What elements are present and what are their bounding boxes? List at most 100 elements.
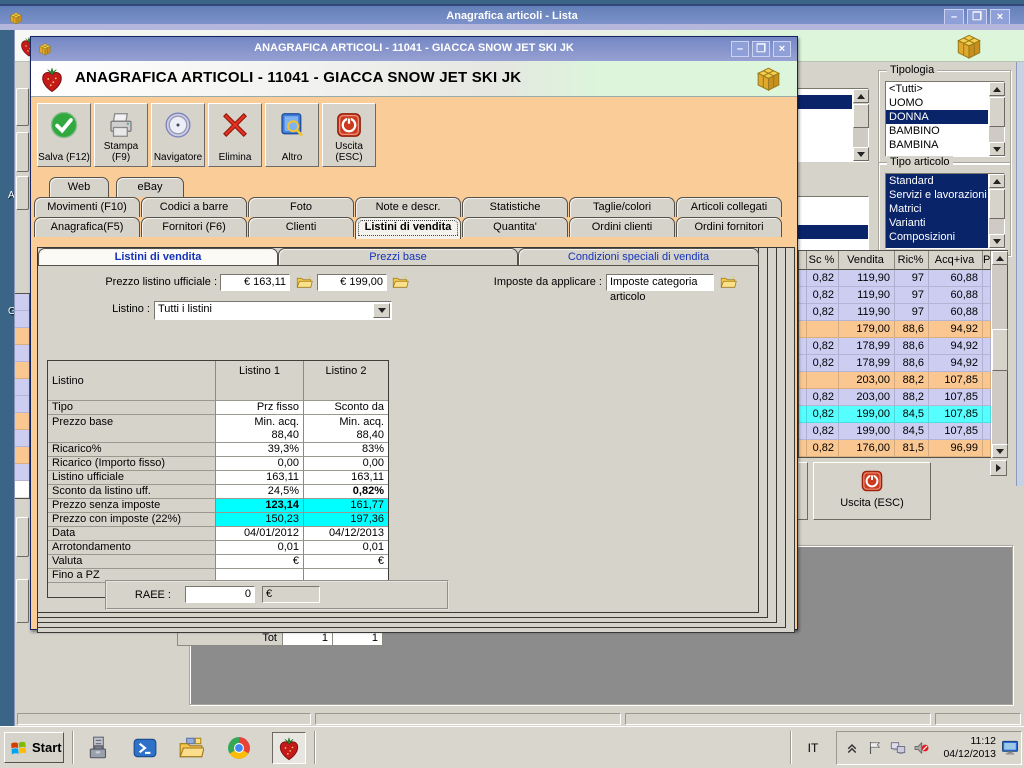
tab-statistiche[interactable]: Statistiche: [462, 197, 568, 217]
chevron-up-icon[interactable]: [843, 739, 861, 757]
prezzo-listino-input-2[interactable]: € 199,00: [317, 274, 387, 291]
price-table-row[interactable]: Arrotondamento 0,01 0,01: [48, 541, 388, 555]
scroll-thumb[interactable]: [992, 329, 1008, 371]
quicklaunch-powershell[interactable]: [132, 735, 158, 761]
partial-button[interactable]: [16, 517, 29, 557]
flag-icon[interactable]: [866, 739, 884, 757]
grid-row[interactable]: 0,82 176,00 81,5 96,99: [799, 440, 1007, 457]
grid-row[interactable]: 0,82 178,99 88,6 94,92: [799, 355, 1007, 372]
main-window-titlebar[interactable]: Anagrafica articoli - Lista – ❐ ×: [0, 4, 1024, 30]
tab-quantita-[interactable]: Quantita': [462, 217, 568, 237]
price-table-row[interactable]: Prezzo senza imposte 123,14 161,77: [48, 499, 388, 513]
speaker-mute-icon[interactable]: [912, 739, 930, 757]
toolbar-button-save-check[interactable]: Salva (F12): [37, 103, 91, 167]
scroll-down-button[interactable]: [992, 444, 1008, 458]
price-table-row[interactable]: Data 04/01/2012 04/12/2013: [48, 527, 388, 541]
tab-articoli-collegati[interactable]: Articoli collegati: [676, 197, 782, 217]
tab-ordini-fornitori[interactable]: Ordini fornitori: [676, 217, 782, 237]
grid-row[interactable]: 0,82 178,99 88,6 94,92: [799, 338, 1007, 355]
partial-listbox[interactable]: [791, 88, 869, 162]
partial-button[interactable]: [16, 132, 29, 172]
partial-listbox[interactable]: [791, 196, 869, 258]
tab-fornitori-f6-[interactable]: Fornitori (F6): [141, 217, 247, 237]
tab-anagrafica-f5-[interactable]: Anagrafica(F5): [34, 217, 140, 237]
price-table-row[interactable]: Ricarico% 39,3% 83%: [48, 443, 388, 457]
scroll-down-button[interactable]: [853, 147, 869, 161]
subtab-condizioni-speciali-di-vendita[interactable]: Condizioni speciali di vendita: [518, 248, 759, 266]
prezzo-listino-input-1[interactable]: € 163,11: [220, 274, 290, 291]
grid-row[interactable]: 0,82 199,00 84,5 107,85: [799, 423, 1007, 440]
imposte-input[interactable]: Imposte categoria articolo: [606, 274, 714, 303]
price-table-row[interactable]: Ricarico (Importo fisso) 0,00 0,00: [48, 457, 388, 471]
price-table-row[interactable]: Listino ufficiale 163,11 163,11: [48, 471, 388, 485]
dialog-minimize-button[interactable]: –: [731, 41, 749, 57]
list-item-bambina[interactable]: BAMBINA: [886, 138, 1004, 152]
combobox-dropdown-button[interactable]: [373, 303, 390, 318]
language-indicator[interactable]: IT: [800, 737, 826, 759]
uscita-button[interactable]: Uscita (ESC): [813, 462, 931, 520]
scroll-thumb[interactable]: [853, 104, 869, 128]
network-icon[interactable]: [889, 739, 907, 757]
grid-header-Sc %[interactable]: Sc %: [807, 251, 839, 270]
scrollbar[interactable]: [852, 89, 869, 161]
dialog-maximize-button[interactable]: ❐: [752, 41, 770, 57]
toolbar-button-delete-x[interactable]: Elimina: [208, 103, 262, 167]
grid-header-Vendita[interactable]: Vendita: [839, 251, 895, 270]
grid-header-Acq+iva[interactable]: Acq+iva: [929, 251, 983, 270]
listino-combobox[interactable]: Tutti i listini: [154, 301, 392, 320]
quicklaunch-file-explorer[interactable]: [178, 735, 204, 761]
price-table-row[interactable]: Valuta € €: [48, 555, 388, 569]
grid-row[interactable]: 0,82 119,90 97 60,88: [799, 270, 1007, 287]
show-desktop-monitor-icon[interactable]: [1000, 738, 1020, 758]
price-table-row[interactable]: Prezzo base Min. acq. 88,40 Min. acq. 88,4…: [48, 415, 388, 443]
grid-row[interactable]: 0,82 203,00 88,2 107,85: [799, 389, 1007, 406]
list-item-varianti[interactable]: Varianti: [886, 216, 1004, 230]
grid-row[interactable]: 0,82 199,00 84,5 107,85: [799, 406, 1007, 423]
lookup-prezzo1-button[interactable]: [294, 273, 314, 291]
lookup-prezzo2-button[interactable]: [390, 273, 410, 291]
grid-row[interactable]: 203,00 88,2 107,85: [799, 372, 1007, 389]
list-item-servizi-e-lavorazioni[interactable]: Servizi e lavorazioni: [886, 188, 1004, 202]
start-button[interactable]: Start: [4, 732, 64, 763]
grid-header-Ric%[interactable]: Ric%: [895, 251, 929, 270]
partial-button[interactable]: [16, 88, 29, 126]
scroll-up-button[interactable]: [853, 89, 869, 103]
grid-header-P[interactable]: P: [983, 251, 991, 270]
scroll-down-button[interactable]: [989, 142, 1005, 156]
quicklaunch-chrome[interactable]: [226, 735, 252, 761]
list-item--tutti-[interactable]: <Tutti>: [886, 82, 1004, 96]
price-table-row[interactable]: TipoPrz fissoSconto da listino: [48, 401, 388, 415]
list-item-matrici[interactable]: Matrici: [886, 202, 1004, 216]
dialog-close-button[interactable]: ×: [773, 41, 791, 57]
scroll-up-button[interactable]: [989, 174, 1005, 188]
scrollbar[interactable]: [988, 82, 1005, 156]
dialog-titlebar[interactable]: ANAGRAFICA ARTICOLI - 11041 - GIACCA SNO…: [31, 37, 797, 61]
price-table-row[interactable]: Prezzo con imposte (22%) 150,23 197,36: [48, 513, 388, 527]
subtab-prezzi-base[interactable]: Prezzi base: [278, 248, 518, 266]
tipologia-listbox[interactable]: <Tutti> UOMO DONNA BAMBINO BAMBINA: [885, 81, 1005, 157]
scroll-up-button[interactable]: [992, 251, 1008, 265]
toolbar-button-printer[interactable]: Stampa (F9): [94, 103, 148, 167]
tab-ordini-clienti[interactable]: Ordini clienti: [569, 217, 675, 237]
tab-listini-di-vendita[interactable]: Listini di vendita: [355, 217, 461, 239]
partial-button[interactable]: [16, 176, 29, 210]
toolbar-button-compass[interactable]: Navigatore: [151, 103, 205, 167]
price-table-row[interactable]: Sconto da listino uff. 24,5% 0,82%: [48, 485, 388, 499]
scroll-down-button[interactable]: [989, 234, 1005, 248]
scroll-up-button[interactable]: [989, 82, 1005, 96]
raee-input[interactable]: 0: [185, 586, 255, 603]
list-item-composizioni[interactable]: Composizioni: [886, 230, 1004, 244]
grid-row[interactable]: 0,82 119,90 97 60,88: [799, 287, 1007, 304]
scrollbar[interactable]: [988, 174, 1005, 248]
list-item-donna[interactable]: DONNA: [886, 110, 1004, 124]
list-item[interactable]: [792, 225, 868, 239]
list-item-bambino[interactable]: BAMBINO: [886, 124, 1004, 138]
tab-ebay[interactable]: eBay: [116, 177, 184, 197]
tab-taglie-colori[interactable]: Taglie/colori: [569, 197, 675, 217]
tab-clienti[interactable]: Clienti: [248, 217, 354, 237]
scroll-thumb[interactable]: [989, 97, 1005, 127]
list-item-uomo[interactable]: UOMO: [886, 96, 1004, 110]
lookup-imposte-button[interactable]: [718, 273, 738, 291]
scroll-right-button[interactable]: [990, 460, 1007, 476]
toolbar-button-power[interactable]: Uscita (ESC): [322, 103, 376, 167]
